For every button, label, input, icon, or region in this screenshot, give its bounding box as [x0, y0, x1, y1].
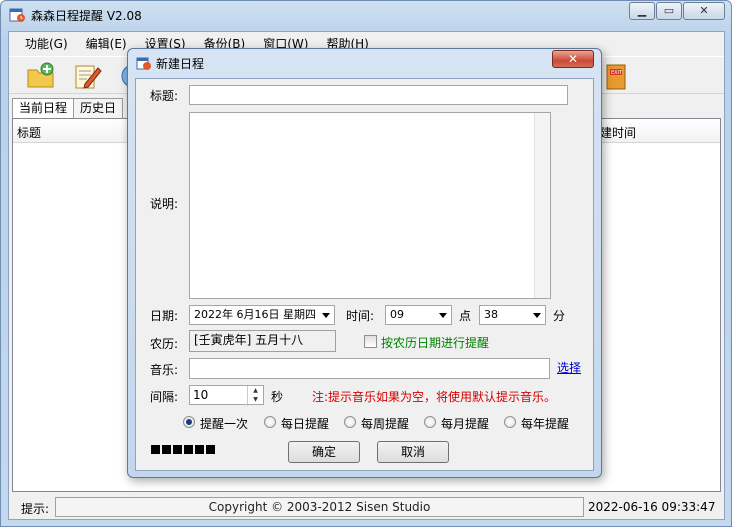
status-bar: 提示: Copyright © 2003-2012 Sisen Studio 2…: [9, 494, 724, 520]
description-scrollbar[interactable]: [534, 113, 550, 298]
progress-block: [173, 445, 182, 454]
close-button[interactable]: ✕: [683, 2, 725, 20]
music-label: 音乐:: [150, 363, 179, 377]
description-textarea[interactable]: [189, 112, 551, 299]
window-controls: ▁ ▭ ✕: [628, 2, 725, 20]
dialog-body: 标题: 说明: 日期: 2022年 6月16日 星期四 时间: 09 点 38 …: [135, 78, 594, 471]
radio-once-label[interactable]: 提醒一次: [200, 415, 248, 432]
title-bar[interactable]: 森森日程提醒 V2.08 ▁ ▭ ✕: [1, 1, 731, 29]
lunar-date-display: [壬寅虎年] 五月十八: [189, 330, 336, 352]
radio-daily[interactable]: [264, 416, 276, 428]
spin-up-icon[interactable]: ▲: [248, 386, 263, 395]
hour-select[interactable]: 09: [385, 305, 452, 325]
music-note: 注:提示音乐如果为空，将使用默认提示音乐。: [312, 390, 557, 404]
title-label: 标题:: [150, 89, 179, 103]
hour-unit-label: 点: [459, 309, 472, 323]
dialog-close-button[interactable]: ✕: [552, 50, 594, 68]
lunar-reminder-label[interactable]: 按农历日期进行提醒: [381, 334, 489, 351]
minute-value: 38: [484, 308, 498, 321]
date-label: 日期:: [150, 309, 179, 323]
date-picker[interactable]: 2022年 6月16日 星期四: [189, 305, 335, 325]
lunar-label: 农历:: [150, 337, 179, 351]
exit-icon[interactable]: EXIT: [599, 60, 631, 92]
ok-button[interactable]: 确定: [288, 441, 360, 463]
description-label: 说明:: [150, 197, 179, 211]
progress-block: [162, 445, 171, 454]
dropdown-arrow-icon: [439, 313, 447, 318]
dropdown-arrow-icon: [533, 313, 541, 318]
tab-history[interactable]: 历史日: [73, 98, 124, 118]
lunar-reminder-checkbox[interactable]: [364, 335, 377, 348]
radio-once[interactable]: [183, 416, 195, 428]
calendar-app-icon: [136, 57, 151, 70]
svg-text:EXIT: EXIT: [611, 70, 623, 76]
status-label: 提示:: [21, 502, 50, 516]
dialog-title: 新建日程: [156, 57, 205, 71]
radio-weekly[interactable]: [344, 416, 356, 428]
progress-block: [206, 445, 215, 454]
time-label: 时间:: [346, 309, 375, 323]
menu-function[interactable]: 功能(G): [17, 34, 76, 54]
progress-block: [151, 445, 160, 454]
radio-yearly[interactable]: [504, 416, 516, 428]
cancel-button[interactable]: 取消: [377, 441, 449, 463]
dropdown-arrow-icon: [322, 313, 330, 318]
radio-weekly-label[interactable]: 每周提醒: [361, 415, 409, 432]
music-input[interactable]: [189, 358, 550, 379]
music-browse-link[interactable]: 选择: [557, 359, 581, 376]
calendar-app-icon: [9, 8, 25, 22]
maximize-button[interactable]: ▭: [656, 2, 682, 20]
new-folder-icon[interactable]: [25, 60, 57, 92]
minute-select[interactable]: 38: [479, 305, 546, 325]
menu-edit[interactable]: 编辑(E): [78, 34, 135, 54]
progress-block: [184, 445, 193, 454]
interval-label: 间隔:: [150, 390, 179, 404]
progress-block: [195, 445, 204, 454]
date-value: 2022年 6月16日 星期四: [194, 308, 316, 321]
interval-unit-label: 秒: [271, 390, 284, 404]
title-input[interactable]: [189, 85, 568, 105]
minimize-button[interactable]: ▁: [629, 2, 655, 20]
status-datetime: 2022-06-16 09:33:47: [588, 500, 716, 514]
radio-daily-label[interactable]: 每日提醒: [281, 415, 329, 432]
interval-value: 10: [193, 388, 209, 402]
spin-down-icon[interactable]: ▼: [248, 395, 263, 404]
progress-indicator: [151, 445, 217, 454]
tab-current[interactable]: 当前日程: [12, 98, 75, 118]
radio-yearly-label[interactable]: 每年提醒: [521, 415, 569, 432]
minute-unit-label: 分: [553, 309, 566, 323]
hour-value: 09: [390, 308, 404, 321]
edit-note-icon[interactable]: [71, 60, 103, 92]
status-message: Copyright © 2003-2012 Sisen Studio: [55, 497, 584, 517]
window-title: 森森日程提醒 V2.08: [31, 9, 142, 23]
radio-monthly-label[interactable]: 每月提醒: [441, 415, 489, 432]
interval-spinner[interactable]: 10 ▲ ▼: [189, 385, 264, 406]
tab-strip: 当前日程 历史日: [12, 98, 124, 118]
column-created[interactable]: 建时间: [600, 124, 636, 141]
radio-monthly[interactable]: [424, 416, 436, 428]
new-schedule-dialog: 新建日程 ✕ 标题: 说明: 日期: 2022年 6月16日 星期四 时间: 0…: [127, 48, 602, 478]
column-title[interactable]: 标题: [17, 124, 41, 141]
interval-spin-buttons[interactable]: ▲ ▼: [247, 386, 263, 406]
